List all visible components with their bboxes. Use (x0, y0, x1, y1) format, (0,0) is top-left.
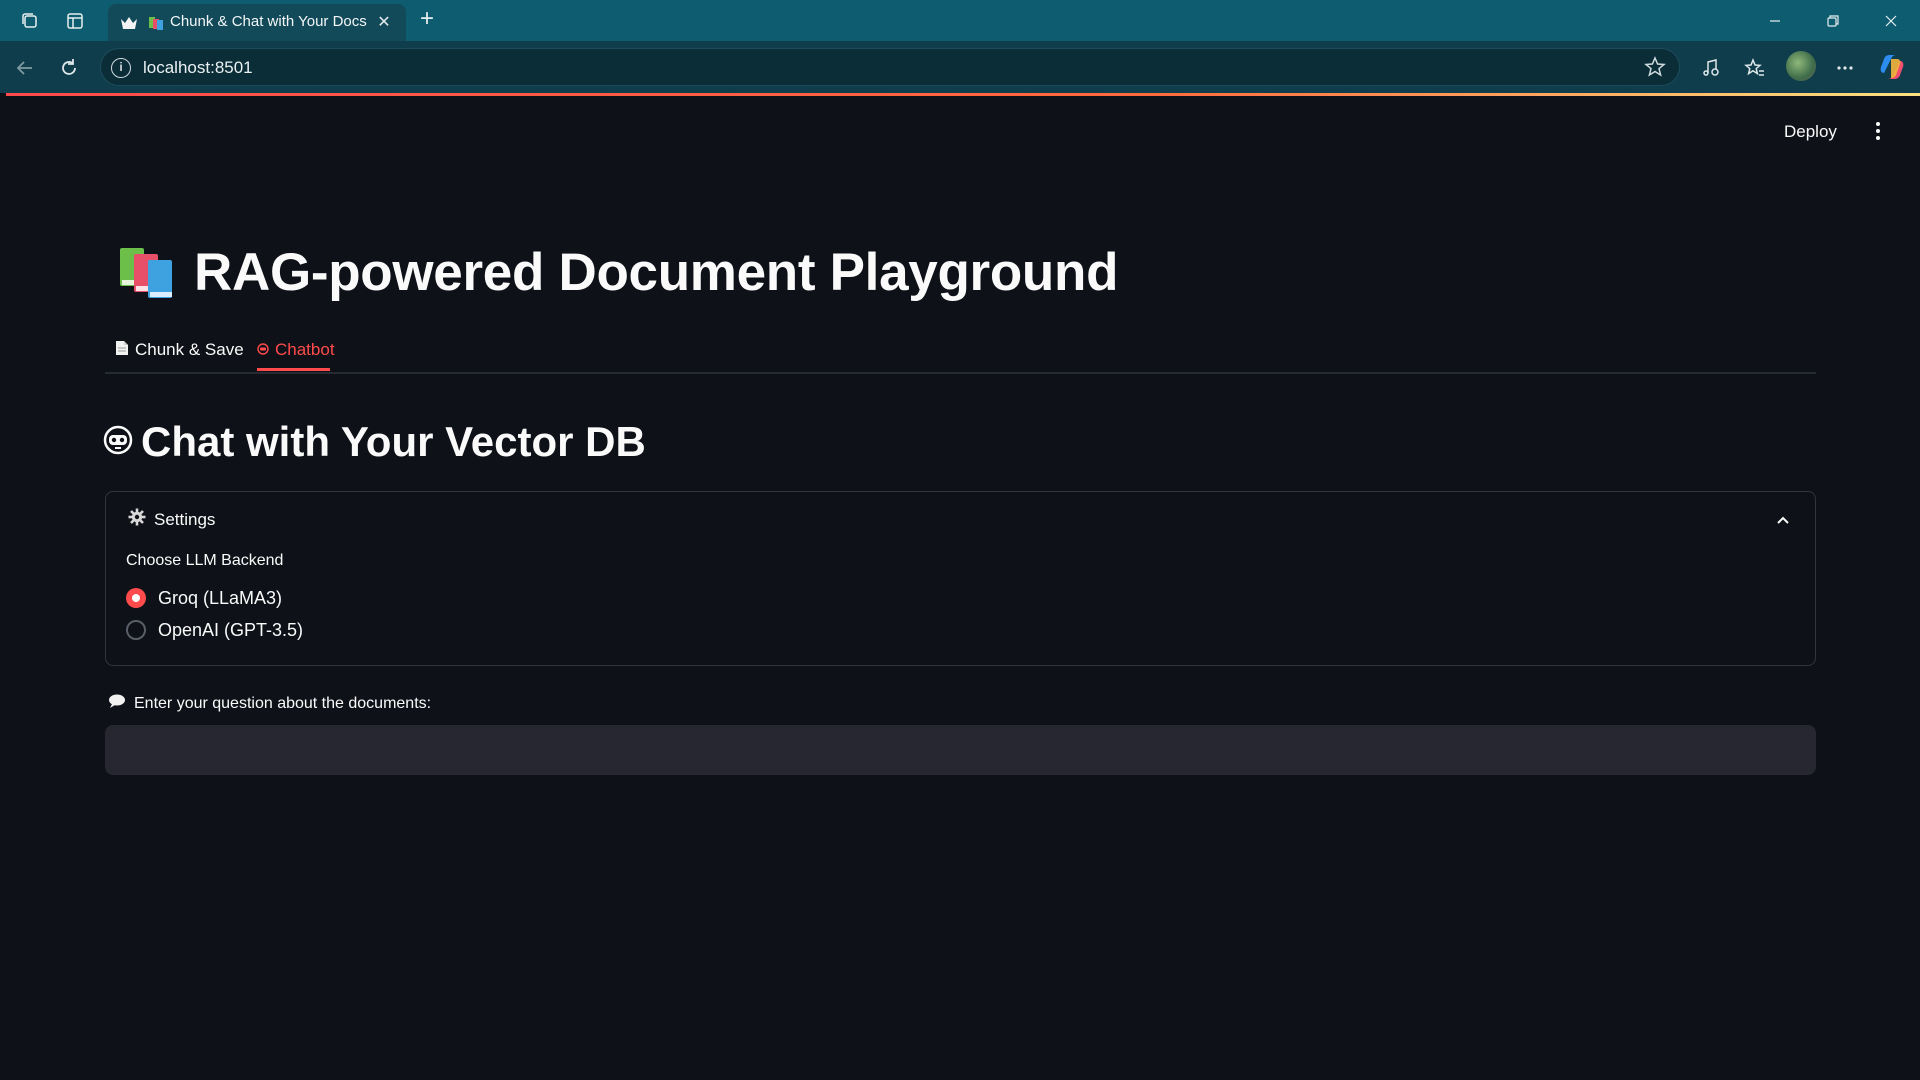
profile-avatar[interactable] (1786, 51, 1816, 81)
new-tab-icon[interactable]: + (414, 7, 440, 33)
section-heading: Chat with Your Vector DB (103, 418, 646, 466)
vertical-tabs-icon[interactable] (62, 8, 88, 34)
address-bar[interactable]: i localhost:8501 (100, 48, 1680, 86)
page-title: RAG-powered Document Playground (116, 242, 1118, 302)
browser-tab-active[interactable]: Chunk & Chat with Your Docs ✕ (108, 4, 406, 41)
tab-bar: Chunk & Save Chatbot (105, 328, 1816, 374)
settings-expander: Settings Choose LLM Backend Groq (LLaMA3… (105, 491, 1816, 666)
page-icon (115, 340, 129, 361)
radio-button-selected[interactable] (126, 588, 146, 608)
favorites-icon[interactable] (1740, 53, 1770, 83)
browser-tab-title: Chunk & Chat with Your Docs (170, 13, 367, 30)
radio-option-groq-label: Groq (LLaMA3) (158, 587, 283, 608)
copilot-icon[interactable] (1878, 53, 1906, 81)
tab-chatbot[interactable]: Chatbot (257, 328, 335, 372)
speech-bubble-icon (108, 693, 126, 714)
address-url: localhost:8501 (143, 58, 253, 77)
main-menu-icon[interactable] (1868, 118, 1888, 144)
reload-icon[interactable] (54, 53, 84, 83)
favorite-star-icon[interactable] (1643, 55, 1667, 79)
back-icon[interactable] (10, 53, 40, 83)
question-input[interactable] (105, 725, 1816, 775)
page-title-text: RAG-powered Document Playground (194, 242, 1119, 302)
section-heading-text: Chat with Your Vector DB (141, 418, 646, 465)
media-control-icon[interactable] (1696, 53, 1726, 83)
more-options-icon[interactable] (1830, 53, 1860, 83)
streamlit-crown-icon (120, 14, 138, 32)
tab-chunk-save-label: Chunk & Save (135, 340, 244, 359)
chevron-up-icon[interactable] (1773, 510, 1793, 530)
site-info-icon[interactable]: i (111, 58, 131, 78)
close-tab-icon[interactable]: ✕ (374, 12, 394, 32)
books-icon (148, 15, 164, 31)
radio-option-groq[interactable]: Groq (LLaMA3) (126, 584, 282, 612)
radio-option-openai[interactable]: OpenAI (GPT-3.5) (126, 616, 303, 644)
tab-chatbot-label: Chatbot (275, 340, 335, 359)
llm-backend-label: Choose LLM Backend (126, 552, 284, 569)
close-window-icon[interactable] (1868, 6, 1914, 36)
browser-tabstrip: Chunk & Chat with Your Docs ✕ + (0, 0, 1920, 41)
radio-button-unselected[interactable] (126, 620, 146, 640)
settings-expander-header[interactable]: Settings (128, 508, 215, 531)
browser-toolbar: i localhost:8501 (0, 41, 1920, 93)
gear-icon (128, 508, 146, 531)
robot-icon (257, 340, 269, 360)
question-label-text: Enter your question about the documents: (134, 694, 432, 712)
tab-chunk-save[interactable]: Chunk & Save (115, 328, 244, 372)
radio-option-openai-label: OpenAI (GPT-3.5) (158, 619, 304, 640)
books-icon (116, 244, 178, 300)
workspaces-icon[interactable] (17, 8, 43, 34)
settings-label: Settings (154, 509, 216, 529)
active-tab-indicator (257, 368, 330, 371)
restore-icon[interactable] (1810, 6, 1856, 36)
minimize-icon[interactable] (1752, 6, 1798, 36)
deploy-button[interactable]: Deploy (1784, 122, 1837, 142)
streamlit-app: Deploy RAG-powered Document Playground C… (6, 96, 1920, 1076)
question-label: Enter your question about the documents: (108, 693, 431, 714)
robot-face-icon (103, 425, 133, 460)
